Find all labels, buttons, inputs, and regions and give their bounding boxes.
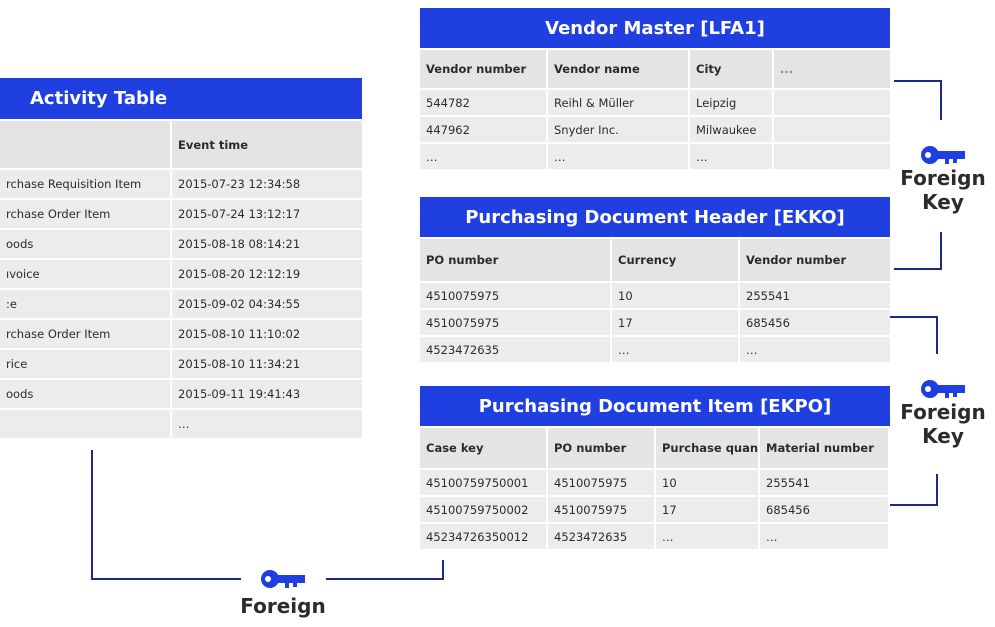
key-icon [921, 146, 965, 164]
activity-cell: 2015-08-20 12:12:19 [172, 260, 362, 288]
ekpo-header-cell: Purchase quantity [656, 428, 758, 468]
connector-vendor-v2 [940, 232, 942, 270]
ekpo-header-cell: PO number [548, 428, 654, 468]
foreign-key-text-bottom: Foreign [240, 594, 326, 618]
connector-activity-h2 [326, 578, 444, 580]
foreign-key-label-top: Foreign Key [898, 144, 988, 214]
ekpo-header-cell: Case key [420, 428, 546, 468]
ekpo-cell: 10 [656, 470, 758, 495]
vendor-cell [774, 117, 890, 142]
foreign-key-label-bottom: Foreign [230, 568, 336, 618]
ekko-cell: … [612, 337, 738, 362]
foreign-key-text-mid-1: Foreign [900, 400, 986, 424]
activity-cell: 2015-09-02 04:34:55 [172, 290, 362, 318]
vendor-cell: … [548, 144, 688, 169]
activity-cell: oods [0, 380, 170, 408]
activity-header-cell: Event time [172, 121, 362, 168]
activity-cell [0, 410, 170, 438]
connector-activity-h1 [91, 578, 241, 580]
ekpo-cell: … [760, 524, 888, 549]
activity-cell: 2015-08-10 11:34:21 [172, 350, 362, 378]
vendor-cell: Leipzig [690, 90, 772, 115]
vendor-cell: Snyder Inc. [548, 117, 688, 142]
connector-ekko-v1 [936, 316, 938, 354]
ekpo-grid: Case keyPO numberPurchase quantityMateri… [420, 428, 890, 549]
ekko-grid: PO number Currency Vendor number 4510075975… [420, 239, 890, 362]
activity-cell: rchase Order Item [0, 200, 170, 228]
connector-activity-v2 [442, 560, 444, 580]
vendor-cell: … [690, 144, 772, 169]
ekko-cell: … [740, 337, 890, 362]
vendor-header-cell: City [690, 50, 772, 88]
vendor-cell: 544782 [420, 90, 546, 115]
ekpo-cell: 45234726350012 [420, 524, 546, 549]
vendor-cell: Milwaukee [690, 117, 772, 142]
ekko-title: Purchasing Document Header [EKKO] [420, 197, 890, 237]
key-icon [921, 380, 965, 398]
vendor-master-table: Vendor Master [LFA1] Vendor number Vendor… [420, 8, 890, 169]
connector-ekko-v2 [936, 474, 938, 506]
activity-cell: rice [0, 350, 170, 378]
ekpo-cell: 685456 [760, 497, 888, 522]
connector-ekko-h1 [890, 316, 938, 318]
ekpo-cell: 45100759750002 [420, 497, 546, 522]
ekko-cell: 4523472635 [420, 337, 610, 362]
ekko-cell: 685456 [740, 310, 890, 335]
activity-cell: rchase Order Item [0, 320, 170, 348]
activity-cell: 2015-07-24 13:12:17 [172, 200, 362, 228]
connector-ekko-h2 [890, 504, 938, 506]
ekko-cell: 17 [612, 310, 738, 335]
ekpo-title: Purchasing Document Item [EKPO] [420, 386, 890, 426]
ekko-cell: 255541 [740, 283, 890, 308]
activity-cell: … [172, 410, 362, 438]
ekpo-cell: 255541 [760, 470, 888, 495]
key-icon [261, 570, 305, 588]
ekpo-cell: 4523472635 [548, 524, 654, 549]
foreign-key-text-mid-2: Key [922, 424, 964, 448]
ekko-table: Purchasing Document Header [EKKO] PO num… [420, 197, 890, 362]
foreign-key-text-top-1: Foreign [900, 166, 986, 190]
vendor-master-grid: Vendor number Vendor name City... 544782 Rei… [420, 50, 890, 169]
ekko-cell: 10 [612, 283, 738, 308]
connector-activity-v [91, 450, 93, 580]
ekpo-cell: … [656, 524, 758, 549]
activity-cell: rchase Requisition Item [0, 170, 170, 198]
vendor-cell [774, 90, 890, 115]
foreign-key-label-mid: Foreign Key [898, 378, 988, 448]
activity-cell: oods [0, 230, 170, 258]
ekpo-cell: 17 [656, 497, 758, 522]
foreign-key-text-top-2: Key [922, 190, 964, 214]
ekpo-table: Purchasing Document Item [EKPO] Case key… [420, 386, 890, 549]
ekko-header-cell: Vendor number [740, 239, 890, 281]
vendor-cell [774, 144, 890, 169]
vendor-cell: … [420, 144, 546, 169]
connector-vendor-h1 [894, 80, 942, 82]
vendor-header-cell: ... [774, 50, 890, 88]
ekko-cell: 4510075975 [420, 283, 610, 308]
ekko-cell: 4510075975 [420, 310, 610, 335]
activity-table-grid: Event time rchase Requisition Item 2015-07… [0, 121, 362, 438]
ekpo-cell: 4510075975 [548, 470, 654, 495]
ekpo-cell: 45100759750001 [420, 470, 546, 495]
vendor-header-cell: Vendor number [420, 50, 546, 88]
activity-cell: 2015-08-18 08:14:21 [172, 230, 362, 258]
activity-table: Activity Table Event time rchase Requisit… [0, 78, 362, 438]
activity-header-cell [0, 121, 170, 168]
ekko-header-cell: PO number [420, 239, 610, 281]
vendor-master-title: Vendor Master [LFA1] [420, 8, 890, 48]
vendor-cell: Reihl & Müller [548, 90, 688, 115]
vendor-header-cell: Vendor name [548, 50, 688, 88]
activity-cell: ıvoice [0, 260, 170, 288]
activity-cell: 2015-08-10 11:10:02 [172, 320, 362, 348]
vendor-cell: 447962 [420, 117, 546, 142]
ekko-header-cell: Currency [612, 239, 738, 281]
ekpo-header-cell: Material number [760, 428, 888, 468]
activity-cell: 2015-07-23 12:34:58 [172, 170, 362, 198]
connector-vendor-v1 [940, 80, 942, 120]
ekpo-cell: 4510075975 [548, 497, 654, 522]
activity-table-title: Activity Table [0, 78, 362, 119]
connector-vendor-h2 [894, 268, 942, 270]
activity-cell: :e [0, 290, 170, 318]
activity-cell: 2015-09-11 19:41:43 [172, 380, 362, 408]
